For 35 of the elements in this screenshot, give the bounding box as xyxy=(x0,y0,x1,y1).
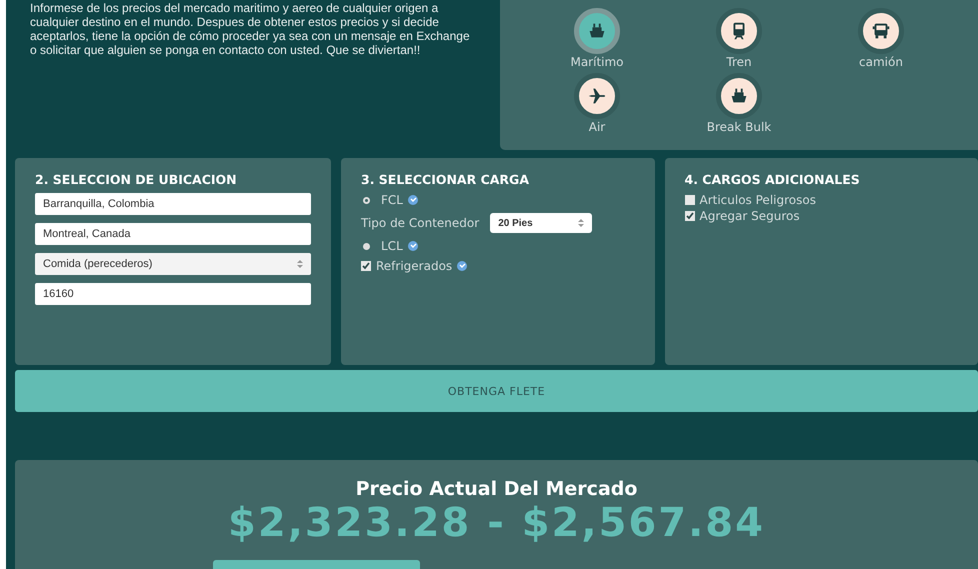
truck-icon[interactable] xyxy=(858,8,904,54)
field-label: Tipo de Contenedor xyxy=(361,216,480,230)
panel-title: 4. CARGOS ADICIONALES xyxy=(684,172,861,187)
sort-icon xyxy=(297,260,303,268)
panel-title: 2. SELECCION DE UBICACION xyxy=(35,172,238,187)
mode-label: Air xyxy=(588,120,606,134)
ship-icon[interactable] xyxy=(716,73,762,119)
option-label: FCL xyxy=(381,193,403,207)
mode-label: camión xyxy=(859,55,903,69)
plane-icon[interactable] xyxy=(574,73,620,119)
panel-title: 3. SELECCIONAR CARGA xyxy=(361,172,530,187)
option-label: Agregar Seguros xyxy=(700,209,800,223)
option-label: Articulos Peligrosos xyxy=(700,193,816,207)
ship-icon[interactable] xyxy=(574,8,620,54)
train-icon[interactable] xyxy=(716,8,762,54)
option-label: LCL xyxy=(381,239,403,253)
submit-button[interactable]: OBTENGA FLETE xyxy=(15,370,978,412)
sort-icon xyxy=(578,219,584,227)
result-title: Precio Actual Del Mercado xyxy=(356,478,638,500)
checkbox[interactable] xyxy=(684,211,694,221)
radio-button[interactable] xyxy=(363,196,370,204)
checkbox[interactable] xyxy=(361,261,371,271)
mode-label: Marítimo xyxy=(570,55,624,69)
select-field[interactable]: 20 Pies xyxy=(490,213,592,233)
mode-label: Tren xyxy=(726,55,752,69)
radio-button[interactable] xyxy=(363,242,370,250)
text-field[interactable]: 16160 xyxy=(35,283,311,305)
price-range: $2,323.28 - $2,567.84 xyxy=(228,500,765,546)
text-field[interactable]: Barranquilla, Colombia xyxy=(35,193,311,215)
mode-label: Break Bulk xyxy=(706,120,772,134)
select-field[interactable]: Comida (perecederos) xyxy=(35,253,311,275)
intro-paragraph: Informese de los precios del mercado maritimo y aereo de cualquier origen a cualquier destino en el mundo. Despues de obtener estos precios y si decide aceptarlos, tiene la opción de cómo proceder ya sea con un mensaje en Exchange o solicitar que alguien se ponga en contacto con usted. Que se diviertan!! xyxy=(30,1,470,59)
text-field[interactable]: Montreal, Canada xyxy=(35,223,311,245)
checkbox[interactable] xyxy=(684,195,694,205)
option-label: Refrigerados xyxy=(376,259,452,273)
